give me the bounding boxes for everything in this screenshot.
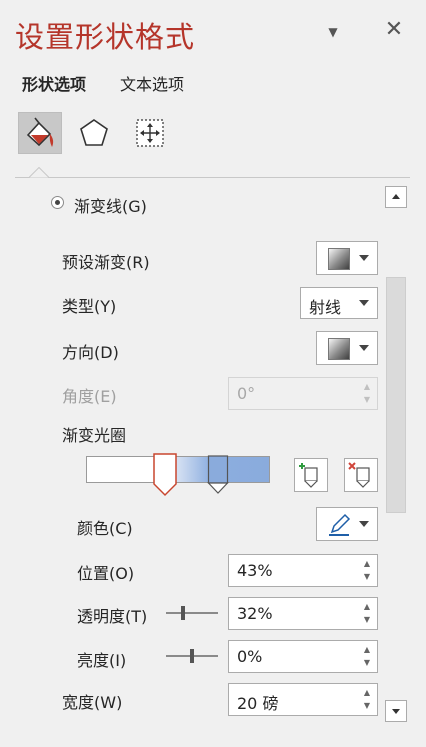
gradient-stop[interactable] bbox=[207, 455, 230, 495]
transparency-spinner[interactable]: 32% ▲ ▼ bbox=[228, 597, 378, 630]
angle-spinner: 0° ▲ ▼ bbox=[228, 377, 378, 410]
color-picker-dropdown[interactable] bbox=[316, 507, 378, 541]
width-label: 宽度(W) bbox=[62, 693, 123, 712]
tab-text-options[interactable]: 文本选项 bbox=[120, 71, 184, 95]
spin-down-icon[interactable]: ▼ bbox=[362, 572, 372, 582]
spin-up-icon[interactable]: ▲ bbox=[362, 602, 372, 612]
spin-down-icon[interactable]: ▼ bbox=[362, 701, 372, 711]
direction-label: 方向(D) bbox=[62, 343, 119, 362]
type-dropdown[interactable]: 射线 bbox=[300, 287, 378, 319]
gradient-swatch-icon bbox=[328, 248, 350, 270]
effects-tab[interactable] bbox=[72, 112, 116, 154]
transparency-value: 32% bbox=[237, 604, 273, 623]
spin-down-icon[interactable]: ▼ bbox=[362, 658, 372, 668]
tab-shape-options[interactable]: 形状选项 bbox=[22, 71, 86, 95]
chevron-down-icon bbox=[359, 255, 369, 261]
direction-dropdown[interactable] bbox=[316, 331, 378, 365]
size-properties-icon bbox=[136, 119, 164, 147]
width-value: 20 磅 bbox=[237, 694, 279, 713]
position-spinner[interactable]: 43% ▲ ▼ bbox=[228, 554, 378, 587]
scroll-up-button[interactable] bbox=[385, 186, 407, 208]
header-separator bbox=[15, 177, 410, 178]
fill-line-icon bbox=[26, 117, 54, 147]
gradient-swatch-icon bbox=[328, 338, 350, 360]
panel-options-dropdown[interactable]: ▼ bbox=[326, 26, 340, 38]
position-value: 43% bbox=[237, 561, 273, 580]
scroll-down-button[interactable] bbox=[385, 700, 407, 722]
spin-down-icon[interactable]: ▼ bbox=[362, 615, 372, 625]
close-icon: ✕ bbox=[384, 17, 404, 42]
gradient-line-label: 渐变线(G) bbox=[74, 197, 147, 216]
gradient-stop-selected[interactable] bbox=[152, 453, 178, 497]
remove-gradient-stop-button[interactable] bbox=[344, 458, 378, 492]
type-label: 类型(Y) bbox=[62, 297, 117, 316]
brightness-value: 0% bbox=[237, 647, 263, 666]
angle-label: 角度(E) bbox=[62, 387, 117, 406]
brightness-label: 亮度(I) bbox=[77, 651, 127, 670]
size-properties-tab[interactable] bbox=[128, 112, 172, 154]
effects-pentagon-icon bbox=[80, 119, 108, 146]
width-spinner[interactable]: 20 磅 ▲ ▼ bbox=[228, 683, 378, 716]
transparency-label: 透明度(T) bbox=[77, 607, 148, 626]
chevron-down-icon bbox=[359, 521, 369, 527]
pen-icon bbox=[329, 513, 351, 536]
preset-gradient-label: 预设渐变(R) bbox=[62, 253, 150, 272]
transparency-slider[interactable] bbox=[166, 606, 218, 620]
position-label: 位置(O) bbox=[77, 564, 135, 583]
panel-title: 设置形状格式 bbox=[15, 20, 196, 54]
chevron-down-icon: ▼ bbox=[328, 25, 338, 39]
type-value: 射线 bbox=[309, 298, 342, 317]
scrollbar-thumb[interactable] bbox=[386, 277, 406, 513]
angle-value: 0° bbox=[237, 384, 256, 403]
brightness-spinner[interactable]: 0% ▲ ▼ bbox=[228, 640, 378, 673]
color-label: 颜色(C) bbox=[77, 519, 133, 538]
remove-stop-icon bbox=[348, 462, 370, 488]
close-button[interactable]: ✕ bbox=[384, 18, 404, 42]
slider-knob[interactable] bbox=[190, 649, 194, 663]
arrow-down-icon bbox=[392, 709, 400, 714]
spin-up-icon[interactable]: ▲ bbox=[362, 645, 372, 655]
chevron-down-icon bbox=[359, 345, 369, 351]
spin-up-icon[interactable]: ▲ bbox=[362, 688, 372, 698]
brightness-slider[interactable] bbox=[166, 649, 218, 663]
add-stop-icon bbox=[299, 463, 318, 488]
spin-up-icon[interactable]: ▲ bbox=[362, 559, 372, 569]
fill-line-tab[interactable] bbox=[18, 112, 62, 154]
preset-gradient-dropdown[interactable] bbox=[316, 241, 378, 275]
slider-knob[interactable] bbox=[181, 606, 186, 620]
gradient-line-radio[interactable] bbox=[51, 196, 64, 209]
spin-up-icon: ▲ bbox=[363, 382, 371, 391]
add-gradient-stop-button[interactable] bbox=[294, 458, 328, 492]
slider-track bbox=[166, 612, 218, 614]
arrow-up-icon bbox=[392, 194, 400, 199]
gradient-stops-label: 渐变光圈 bbox=[62, 426, 127, 445]
tab-pointer bbox=[29, 167, 49, 178]
spin-down-icon: ▼ bbox=[363, 395, 371, 404]
chevron-down-icon bbox=[359, 300, 369, 306]
